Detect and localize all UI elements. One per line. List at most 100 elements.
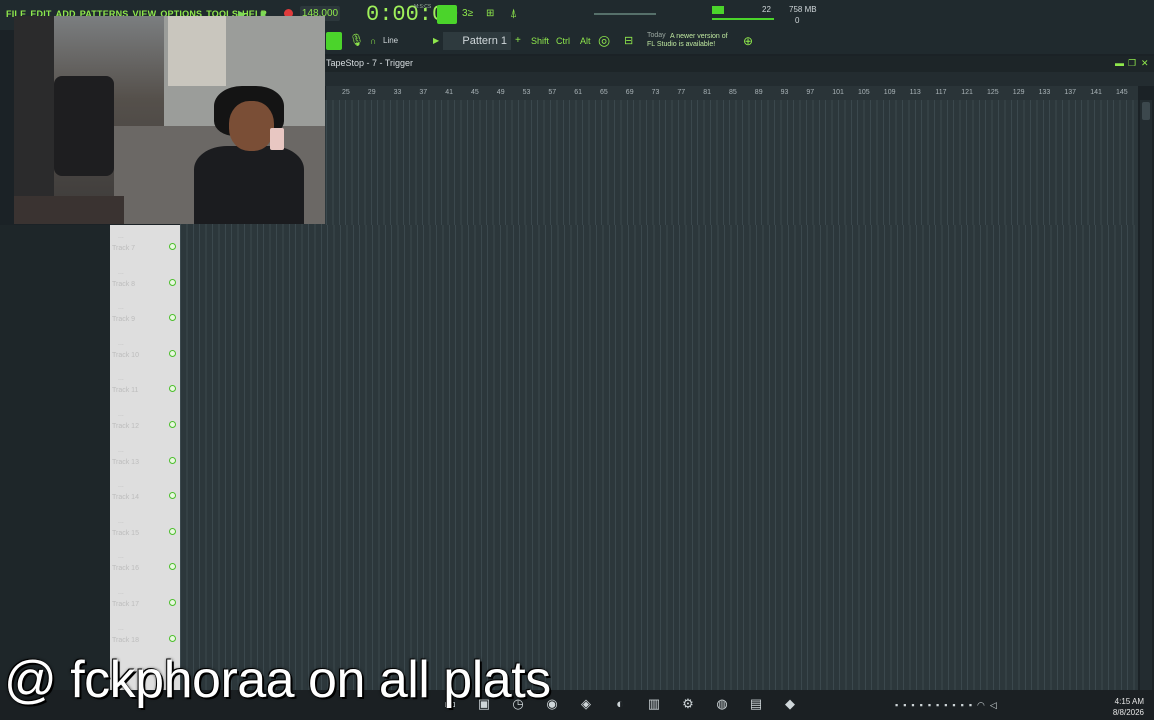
clock-date: 8/8/2026 — [1112, 708, 1144, 717]
news-headline-line1[interactable]: A newer version of — [670, 32, 750, 41]
tray-app-icon-4[interactable]: ▪ — [920, 700, 923, 711]
track-menu-dots[interactable]: ... — [118, 482, 124, 489]
microphone-tray-icon[interactable]: ▪ — [969, 700, 972, 711]
track-name: Track 15 — [112, 529, 139, 537]
track-name: Track 17 — [112, 601, 139, 608]
shift-key-button[interactable]: Shift — [531, 36, 549, 46]
track-mute-led[interactable] — [169, 456, 176, 464]
record-mode-select[interactable]: Line — [383, 36, 398, 45]
timeline-tick-label: 89 — [754, 89, 763, 96]
track-mute-led[interactable] — [169, 278, 176, 286]
media-app-icon[interactable]: ◐ — [610, 696, 630, 714]
gallery-app-icon[interactable]: ▥ — [644, 696, 664, 714]
track-menu-dots[interactable]: ... — [118, 269, 124, 276]
tray-app-icon-6[interactable]: ▪ — [936, 700, 939, 711]
cpu-meter — [712, 6, 724, 14]
track-menu-dots[interactable]: ... — [118, 304, 124, 311]
track-menu-dots[interactable]: ... — [118, 375, 124, 382]
tray-app-icon-5[interactable]: ▪ — [928, 700, 931, 711]
track-header[interactable]: ... Track 14 — [110, 478, 180, 514]
track-menu-dots[interactable]: ... — [118, 625, 124, 632]
track-mute-led[interactable] — [169, 385, 176, 393]
master-volume-slider[interactable] — [594, 13, 656, 15]
track-mute-led[interactable] — [169, 314, 176, 322]
track-mute-led[interactable] — [169, 563, 176, 571]
chat-app-icon[interactable]: ◍ — [712, 696, 732, 714]
headphone-icon[interactable]: ∩ — [370, 36, 376, 46]
track-mute-led[interactable] — [169, 599, 176, 606]
track-menu-dots[interactable]: ... — [118, 518, 124, 525]
track-header[interactable]: ... Track 8 — [110, 265, 180, 301]
track-header[interactable]: ... Track 16 — [110, 549, 180, 585]
track-mute-led[interactable] — [169, 634, 176, 642]
polyphony-value: 0 — [795, 16, 800, 25]
metronome-icon[interactable]: ⍋ — [510, 6, 517, 21]
ram-meter — [712, 18, 774, 20]
browser-icon[interactable]: ◈ — [576, 696, 596, 714]
track-header[interactable]: ... Track 17 — [110, 585, 180, 621]
track-mute-led[interactable] — [169, 527, 176, 535]
track-header[interactable]: ... Track 12 — [110, 407, 180, 443]
tray-app-icon-1[interactable]: ▪ — [895, 700, 898, 711]
tray-app-icon-8[interactable]: ▪ — [952, 700, 955, 711]
timeline-tick-label: 105 — [858, 89, 870, 96]
track-header-column: ... Track 7... Track 8... Track 9... Track 1… — [110, 225, 180, 690]
one-click-audio-icon[interactable]: ◎ — [598, 32, 610, 49]
track-header[interactable]: ... Track 13 — [110, 443, 180, 479]
track-header[interactable]: ... Track 11 — [110, 371, 180, 407]
play-arrow-icon[interactable]: ▶ — [433, 36, 439, 45]
track-mute-led[interactable] — [169, 421, 176, 428]
snap-button[interactable] — [326, 32, 342, 50]
track-header[interactable]: ... Track 9 — [110, 300, 180, 336]
vertical-scrollbar[interactable] — [1140, 100, 1152, 690]
settings-icon[interactable]: ⚙ — [678, 696, 698, 714]
tray-app-icon-3[interactable]: ▪ — [911, 700, 914, 711]
track-header[interactable]: ... Track 7 — [110, 229, 180, 265]
playlist-titlebar — [322, 56, 1154, 72]
close-icon[interactable]: ✕ — [1141, 58, 1149, 69]
track-name: Track 16 — [112, 565, 139, 573]
wifi-icon[interactable]: ◠ — [977, 700, 985, 711]
cart-icon[interactable]: ⊟ — [624, 34, 633, 47]
pattern-song-toggle[interactable] — [437, 5, 457, 24]
track-header[interactable]: ... Track 15 — [110, 514, 180, 550]
news-headline-line2[interactable]: FL Studio is available! — [647, 41, 715, 48]
track-menu-dots[interactable]: ... — [118, 411, 124, 418]
taskbar-clock[interactable]: 4:15 AM 8/8/2026 — [1110, 696, 1144, 718]
track-mute-led[interactable] — [169, 492, 176, 500]
pattern-selector[interactable]: Pattern 1 — [443, 32, 511, 50]
scrollbar-thumb[interactable] — [1142, 102, 1150, 120]
track-menu-dots[interactable]: ... — [118, 553, 124, 560]
timeline-tick-label: 125 — [987, 89, 999, 96]
tray-app-icon-2[interactable]: ▪ — [903, 700, 906, 711]
browser-panel — [0, 225, 110, 690]
tray-app-icon-9[interactable]: ▪ — [961, 700, 964, 711]
wait-input-icon[interactable]: ⊞ — [486, 8, 494, 19]
track-menu-dots[interactable]: ... — [118, 233, 124, 240]
track-mute-led[interactable] — [169, 349, 176, 357]
maximize-icon[interactable]: ❐ — [1128, 58, 1136, 69]
minimize-icon[interactable]: ▬ — [1115, 58, 1124, 68]
track-mute-led[interactable] — [169, 243, 176, 250]
microphone-icon[interactable]: 🎙 — [349, 33, 364, 47]
track-menu-dots[interactable]: ... — [118, 447, 124, 454]
timeline-tick-label: 41 — [445, 89, 453, 96]
webcam-jacket — [14, 16, 54, 224]
fl-studio-icon[interactable]: ◆ — [780, 696, 800, 714]
speaker-icon[interactable]: ◁ — [990, 700, 997, 711]
track-header[interactable]: ... Track 10 — [110, 336, 180, 372]
alt-key-button[interactable]: Alt — [580, 36, 591, 46]
tray-app-icon-7[interactable]: ▪ — [944, 700, 947, 711]
step-edit-icon[interactable]: 3≥ — [462, 8, 473, 19]
playlist-grid-upper[interactable] — [326, 100, 1138, 225]
track-menu-dots[interactable]: ... — [118, 340, 124, 347]
timeline-ruler[interactable]: 25 29 33 37 41 45 49 53 57 61 65 69 73 77 81 85 89 93 97 10… — [326, 86, 1138, 100]
add-pattern-icon[interactable]: + — [515, 35, 521, 46]
timeline-tick-label: 145 — [1116, 89, 1128, 96]
ctrl-key-button[interactable]: Ctrl — [556, 36, 570, 46]
document-app-icon[interactable]: ▤ — [746, 696, 766, 714]
track-menu-dots[interactable]: ... — [118, 589, 124, 596]
timeline-tick-label: 45 — [471, 89, 479, 96]
webcam-person-body — [194, 146, 304, 224]
globe-icon[interactable]: ⊕ — [743, 34, 753, 48]
